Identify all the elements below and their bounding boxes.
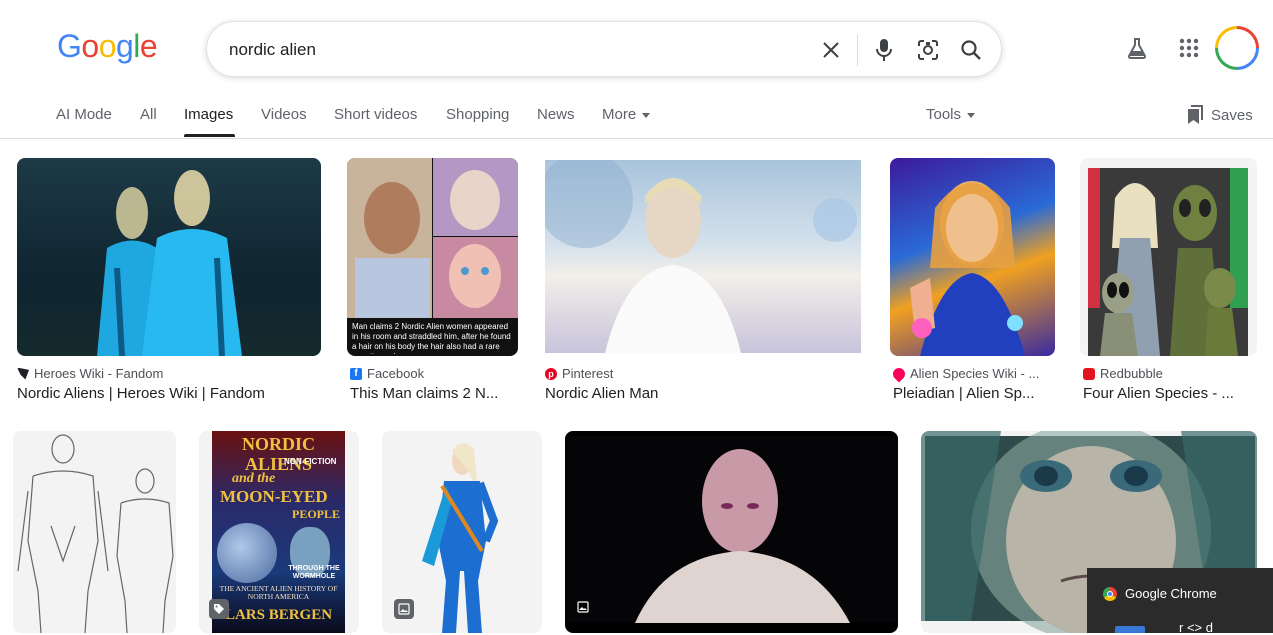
result-thumbnail[interactable]: [890, 158, 1055, 356]
result-source[interactable]: f Facebook: [350, 366, 424, 381]
google-logo[interactable]: Google: [57, 28, 158, 65]
result-source-name: Facebook: [367, 366, 425, 381]
lens-icon[interactable]: [916, 38, 940, 62]
chevron-down-icon: [642, 112, 651, 118]
result-thumbnail[interactable]: [1080, 158, 1257, 356]
product-tag-icon: [209, 599, 229, 619]
chrome-icon: [1103, 587, 1117, 601]
result-source-name: Alien Species Wiki - ...: [910, 366, 1040, 381]
heroes-wiki-icon: [17, 367, 29, 380]
facebook-icon: f: [350, 367, 362, 380]
result-thumbnail[interactable]: [382, 431, 542, 633]
book-subtitle: THE ANCIENT ALIEN HISTORY OF NORTH AMERI…: [219, 584, 338, 601]
search-box[interactable]: [206, 21, 1002, 77]
saves-label: Saves: [1211, 106, 1253, 124]
result-source[interactable]: Alien Species Wiki - ...: [890, 365, 1040, 382]
search-divider: [857, 34, 858, 66]
pinterest-icon: p: [545, 367, 557, 380]
redbubble-icon: [1083, 367, 1095, 380]
book-title-and: and the: [232, 471, 276, 486]
book-author: LARS BERGEN: [224, 607, 333, 623]
chevron-down-icon: [967, 112, 976, 118]
thumbnail-overlay-text: Man claims 2 Nordic Alien women appeared…: [352, 322, 511, 354]
microphone-icon[interactable]: [872, 38, 896, 62]
result-source[interactable]: Redbubble: [1083, 366, 1163, 381]
book-through: THROUGH THE WORMHOLE: [288, 565, 340, 580]
tab-all[interactable]: All: [140, 106, 157, 123]
saves-button[interactable]: Saves: [1187, 105, 1253, 125]
result-caption[interactable]: Four Alien Species - ...: [1083, 385, 1248, 402]
chrome-notification-title: Google Chrome: [1125, 586, 1217, 601]
result-source[interactable]: Heroes Wiki - Fandom: [17, 366, 163, 381]
result-thumbnail[interactable]: [13, 431, 176, 633]
moon-image: [217, 523, 277, 583]
labs-flask-icon[interactable]: [1125, 36, 1149, 60]
result-thumbnail[interactable]: [17, 158, 321, 356]
result-thumbnail[interactable]: Man claims 2 Nordic Alien women appeared…: [347, 158, 518, 356]
tab-more[interactable]: More: [602, 106, 651, 123]
result-source-name: Pinterest: [562, 366, 614, 381]
tools-label: Tools: [926, 106, 962, 123]
clear-icon[interactable]: [819, 38, 843, 62]
tab-shopping[interactable]: Shopping: [446, 106, 509, 123]
search-icon[interactable]: [959, 38, 983, 62]
tab-ai-mode[interactable]: AI Mode: [56, 106, 112, 123]
tab-short-videos[interactable]: Short videos: [334, 106, 417, 123]
logo-letter: l: [133, 28, 140, 64]
fandom-icon: [890, 365, 908, 382]
account-avatar[interactable]: [1215, 26, 1259, 70]
book-title-people: PEOPLE: [292, 507, 341, 521]
result-caption[interactable]: This Man claims 2 N...: [350, 385, 520, 402]
book-title: NORDIC ALIENS: [241, 434, 315, 474]
book-title-moon: MOON-EYED: [220, 487, 328, 506]
result-thumbnail[interactable]: [545, 160, 861, 353]
result-thumbnail[interactable]: NORDIC ALIENS NON-FICTION and the MOON-E…: [199, 431, 359, 633]
image-type-icon: [575, 599, 591, 615]
result-source[interactable]: p Pinterest: [545, 366, 613, 381]
result-caption[interactable]: Nordic Aliens | Heroes Wiki | Fandom: [17, 385, 317, 402]
search-input[interactable]: [229, 38, 789, 62]
image-type-icon: [394, 599, 414, 619]
logo-letter: G: [57, 28, 82, 64]
logo-letter: g: [115, 28, 134, 64]
search-tabs: AI Mode All Images Videos Short videos S…: [0, 96, 1273, 139]
result-caption[interactable]: Pleiadian | Alien Sp...: [893, 385, 1053, 402]
bookmark-icon: [1188, 105, 1203, 124]
logo-letter: o: [81, 28, 99, 64]
tools-button[interactable]: Tools: [926, 106, 976, 123]
logo-letter: o: [98, 28, 117, 64]
book-nonfiction: NON-FICTION: [284, 457, 337, 466]
chrome-notification[interactable]: Google Chrome r <> d: [1087, 568, 1273, 635]
apps-grid-icon[interactable]: [1177, 36, 1201, 60]
tab-videos[interactable]: Videos: [261, 106, 307, 123]
result-source-name: Redbubble: [1100, 366, 1163, 381]
tab-images[interactable]: Images: [184, 106, 233, 123]
chrome-notification-thumbnail: [1115, 626, 1145, 633]
book-cover: NORDIC ALIENS NON-FICTION and the MOON-E…: [212, 431, 345, 633]
tab-news[interactable]: News: [537, 106, 575, 123]
result-thumbnail[interactable]: [565, 431, 898, 633]
result-caption[interactable]: Nordic Alien Man: [545, 385, 845, 402]
result-source-name: Heroes Wiki - Fandom: [34, 366, 164, 381]
logo-letter: e: [139, 28, 158, 64]
tab-more-label: More: [602, 106, 637, 123]
active-tab-indicator: [184, 134, 235, 137]
